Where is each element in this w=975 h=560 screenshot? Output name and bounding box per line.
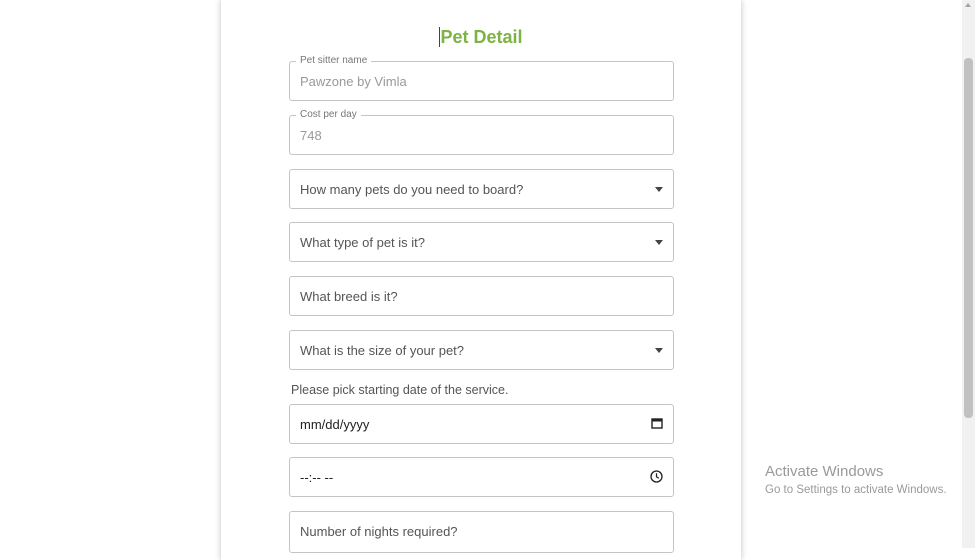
nights-placeholder: Number of nights required? <box>300 524 458 539</box>
start-date-value: mm/dd/yyyy <box>300 417 370 432</box>
pets-count-select[interactable]: How many pets do you need to board? <box>289 169 674 209</box>
pet-detail-card: Pet Detail Pet sitter name Pawzone by Vi… <box>221 0 741 560</box>
pet-type-placeholder: What type of pet is it? <box>300 235 426 250</box>
pet-sitter-name-label: Pet sitter name <box>296 55 372 67</box>
pet-sitter-name-value: Pawzone by Vimla <box>300 74 407 89</box>
start-date-help-text: Please pick starting date of the service… <box>291 383 509 397</box>
chevron-down-icon <box>655 348 663 353</box>
pet-sitter-name-field[interactable]: Pet sitter name Pawzone by Vimla <box>289 55 674 101</box>
activate-windows-subtitle: Go to Settings to activate Windows. <box>765 484 947 496</box>
activate-windows-title: Activate Windows <box>765 463 884 480</box>
cost-per-day-field[interactable]: Cost per day 748 <box>289 109 674 155</box>
page-title-text: Pet Detail <box>440 27 523 47</box>
pet-type-select[interactable]: What type of pet is it? <box>289 222 674 262</box>
activate-windows-watermark: Activate Windows Go to Settings to activ… <box>765 463 947 497</box>
pet-size-placeholder: What is the size of your pet? <box>300 343 465 358</box>
start-time-value: --:-- -- <box>300 470 334 485</box>
cost-per-day-label: Cost per day <box>296 109 361 121</box>
start-date-input[interactable]: mm/dd/yyyy <box>289 404 674 444</box>
page-title: Pet Detail <box>221 26 741 48</box>
breed-input[interactable]: What breed is it? <box>289 276 674 316</box>
start-time-input[interactable]: --:-- -- <box>289 457 674 497</box>
chevron-down-icon <box>655 187 663 192</box>
page-scrollbar[interactable] <box>962 0 975 548</box>
pet-size-select[interactable]: What is the size of your pet? <box>289 330 674 370</box>
clock-icon[interactable] <box>650 470 663 483</box>
cost-per-day-value: 748 <box>300 128 322 143</box>
pets-count-placeholder: How many pets do you need to board? <box>300 182 524 197</box>
chevron-down-icon <box>655 240 663 245</box>
scroll-up-arrow-icon[interactable] <box>965 3 971 7</box>
calendar-icon[interactable] <box>651 417 663 429</box>
nights-input[interactable]: Number of nights required? <box>289 511 674 553</box>
scroll-thumb[interactable] <box>964 58 973 418</box>
breed-placeholder: What breed is it? <box>300 289 398 304</box>
